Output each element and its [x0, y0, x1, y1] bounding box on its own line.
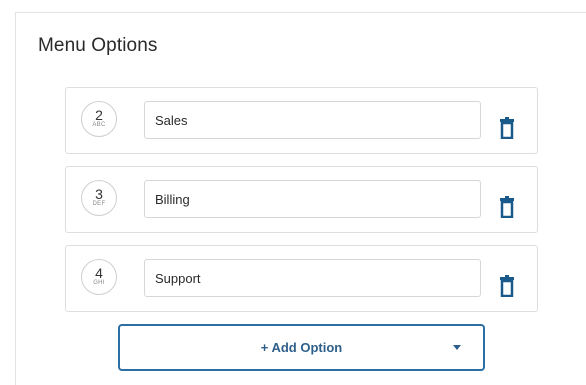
- delete-option-button[interactable]: [497, 196, 517, 219]
- menu-option-row: 4 GHI: [65, 245, 538, 312]
- keypad-key-badge: 3 DEF: [81, 180, 117, 216]
- trash-icon: [500, 196, 514, 219]
- key-letters: DEF: [92, 201, 106, 207]
- trash-icon: [500, 117, 514, 140]
- key-letters: ABC: [92, 122, 106, 128]
- trash-icon: [500, 275, 514, 298]
- key-digit: 4: [95, 265, 103, 281]
- menu-option-row: 2 ABC: [65, 87, 538, 154]
- option-label-input[interactable]: [144, 259, 481, 297]
- delete-option-button[interactable]: [497, 275, 517, 298]
- menu-option-row: 3 DEF: [65, 166, 538, 233]
- delete-option-button[interactable]: [497, 117, 517, 140]
- keypad-key-badge: 2 ABC: [81, 101, 117, 137]
- key-digit: 3: [95, 186, 103, 202]
- add-option-label: + Add Option: [260, 340, 343, 355]
- panel-title: Menu Options: [38, 35, 158, 56]
- key-digit: 2: [95, 107, 103, 123]
- keypad-key-badge: 4 GHI: [81, 259, 117, 295]
- menu-options-panel: Menu Options 2 ABC 3 DEF: [15, 12, 586, 385]
- add-option-button[interactable]: + Add Option: [118, 324, 485, 371]
- key-letters: GHI: [93, 280, 105, 286]
- option-label-input[interactable]: [144, 180, 481, 218]
- option-label-input[interactable]: [144, 101, 481, 139]
- caret-down-icon[interactable]: [453, 345, 461, 350]
